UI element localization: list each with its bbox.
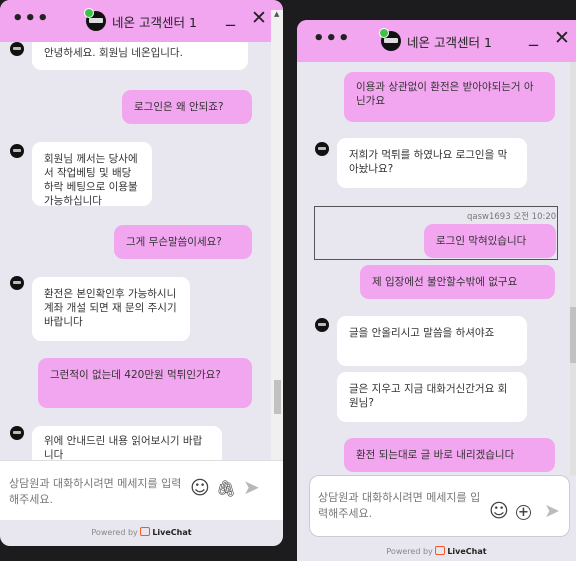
send-icon[interactable]: ➤ bbox=[544, 502, 560, 521]
message-scrollbar[interactable] bbox=[570, 62, 576, 475]
message-meta: qasw1693 오전 10:20 bbox=[467, 212, 557, 222]
agent-avatar bbox=[315, 142, 329, 156]
agent-avatar bbox=[10, 42, 24, 56]
message-input[interactable]: 상담원과 대화하시려면 메세지를 입력해주세요. bbox=[318, 490, 490, 522]
user-message: 그게 무슨말씀이세요? bbox=[114, 225, 252, 259]
powered-by-text: Powered by bbox=[91, 528, 138, 537]
chat-window-right: ••• 네온 고객센터 1 _ ✕ 이용과 상관없이 환전은 받아야되는거 아닌… bbox=[297, 20, 576, 561]
agent-message: 회원님 께서는 당사에서 작업베팅 및 배당하락 베팅으로 이용불가능하십니다 bbox=[32, 142, 152, 207]
header-title-group: 네온 고객센터 1 bbox=[0, 0, 283, 42]
livechat-icon bbox=[140, 527, 151, 536]
chat-header: ••• 네온 고객센터 1 _ ✕ bbox=[297, 20, 576, 62]
online-status-dot bbox=[84, 8, 95, 18]
close-icon[interactable]: ✕ bbox=[251, 7, 267, 29]
logo-icon bbox=[379, 28, 402, 51]
attach-icon[interactable]: 🖇 bbox=[216, 481, 236, 497]
powered-by-footer: Powered by LiveChat bbox=[297, 546, 576, 556]
minimize-icon[interactable]: _ bbox=[226, 6, 235, 27]
agent-avatar bbox=[10, 426, 24, 440]
scrollbar-thumb[interactable] bbox=[570, 307, 576, 363]
close-icon[interactable]: ✕ bbox=[554, 27, 570, 49]
agent-avatar bbox=[10, 144, 24, 158]
chat-header: ••• 네온 고객센터 1 _ ✕ bbox=[0, 0, 283, 42]
message-list: 안녕하세요. 회원님 네온입니다. 로그인은 왜 안되죠? 회원님 께서는 당사… bbox=[0, 42, 283, 460]
message-composer: 상담원과 대화하시려면 메세지를 입력해주세요. ☺ + ➤ bbox=[309, 475, 570, 537]
scroll-up-icon[interactable]: ▲ bbox=[274, 10, 279, 18]
agent-message: 환전은 본인확인후 가능하시니 계좌 개설 되면 재 문의 주시기 바랍니다 bbox=[32, 277, 190, 341]
user-message: 제 입장에선 불안할수밖에 없구요 bbox=[360, 265, 555, 299]
logo-icon bbox=[84, 8, 107, 31]
powered-by-footer: Powered by LiveChat bbox=[0, 527, 283, 537]
emoji-icon[interactable]: ☺ bbox=[489, 502, 509, 521]
user-message: 로그인은 왜 안되죠? bbox=[122, 90, 252, 124]
user-message: 이용과 상관없이 환전은 받아야되는거 아닌가요 bbox=[344, 72, 555, 122]
emoji-icon[interactable]: ☺ bbox=[190, 479, 210, 498]
user-message: 로그인 막혀있습니다 bbox=[424, 224, 556, 258]
powered-by-text: Powered by bbox=[386, 547, 433, 556]
agent-avatar bbox=[315, 318, 329, 332]
agent-message: 안녕하세요. 회원님 네온입니다. bbox=[32, 42, 248, 70]
message-scrollbar[interactable]: ▲ bbox=[271, 10, 283, 462]
online-status-dot bbox=[379, 28, 390, 38]
agent-message: 저희가 먹튀를 하였나요 로그인을 막아놨나요? bbox=[337, 138, 527, 188]
minimize-icon[interactable]: _ bbox=[529, 26, 538, 47]
message-composer: 상담원과 대화하시려면 메세지를 입력해주세요. ☺ 🖇 ➤ bbox=[0, 460, 283, 520]
livechat-icon bbox=[435, 546, 446, 555]
send-icon[interactable]: ➤ bbox=[243, 477, 260, 497]
agent-message: 위에 안내드린 내용 읽어보시기 바랍니다 bbox=[32, 426, 222, 460]
chat-window-left: ••• 네온 고객센터 1 _ ✕ 안녕하세요. 회원님 네온입니다. 로그인은… bbox=[0, 0, 283, 546]
user-message: 환전 되는대로 글 바로 내리겠습니다 bbox=[344, 438, 555, 472]
livechat-brand[interactable]: LiveChat bbox=[152, 528, 191, 537]
agent-avatar bbox=[10, 276, 24, 290]
agent-message: 글은 지우고 지금 대화거신간거요 회원님? bbox=[337, 372, 527, 422]
chat-title: 네온 고객센터 1 bbox=[112, 14, 197, 30]
message-list: 이용과 상관없이 환전은 받아야되는거 아닌가요 저희가 먹튀를 하였나요 로그… bbox=[297, 62, 576, 497]
user-message: 그런적이 없는데 420만원 먹튀인가요? bbox=[38, 358, 252, 408]
livechat-brand[interactable]: LiveChat bbox=[447, 547, 486, 556]
chat-title: 네온 고객센터 1 bbox=[407, 34, 492, 50]
add-icon[interactable]: + bbox=[516, 505, 531, 520]
scrollbar-thumb[interactable] bbox=[274, 380, 281, 414]
agent-message: 글을 안올리시고 말씀을 하셔야죠 bbox=[337, 316, 527, 366]
message-input[interactable]: 상담원과 대화하시려면 메세지를 입력해주세요. bbox=[9, 476, 189, 508]
